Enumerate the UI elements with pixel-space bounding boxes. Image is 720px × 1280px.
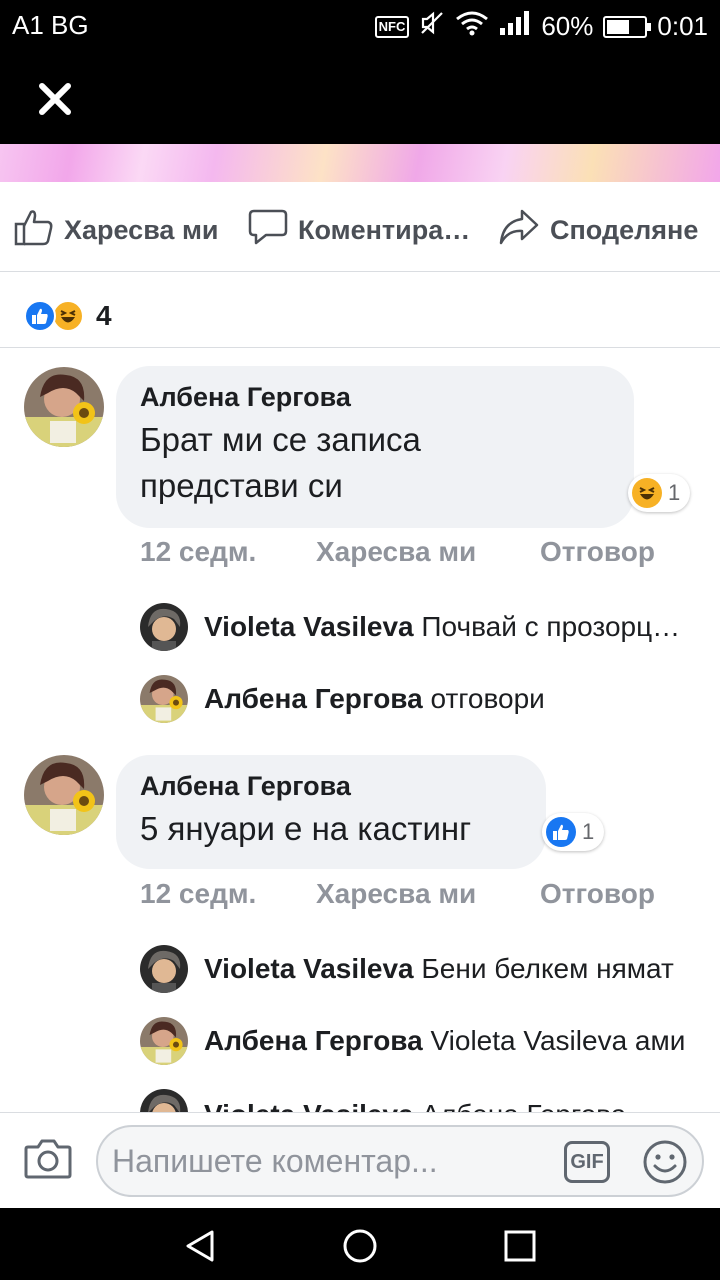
back-icon[interactable] [180, 1226, 220, 1271]
reply-author: Албена Гергова [204, 683, 423, 714]
battery-icon [603, 15, 652, 38]
emoji-icon[interactable] [642, 1139, 688, 1190]
nfc-icon: NFC [374, 15, 410, 38]
post-action-bar: Харесва ми Коментира… Споделяне [0, 182, 720, 272]
avatar [140, 603, 188, 651]
comment-timestamp: 12 седм. [140, 878, 257, 909]
comment-input[interactable] [112, 1143, 512, 1180]
avatar [140, 1017, 188, 1065]
comment-reaction-badge[interactable]: 1 [628, 474, 691, 512]
mute-icon [419, 10, 445, 43]
reply-author: Violeta Vasileva [204, 1099, 414, 1112]
like-button[interactable]: Харесва ми [14, 208, 219, 253]
home-icon[interactable] [340, 1226, 380, 1271]
comment-timestamp: 12 седм. [140, 536, 257, 567]
share-button-label: Споделяне [550, 215, 699, 245]
comment-text-line: Брат ми се записа [140, 421, 421, 458]
reaction-summary[interactable]: 4 [0, 272, 720, 348]
haha-reaction-icon [52, 300, 84, 332]
close-icon[interactable] [30, 74, 80, 124]
comment-reply-link[interactable]: Отговор [540, 536, 655, 568]
share-button[interactable]: Споделяне [498, 208, 698, 253]
reply-snippet: Violeta Vasileva ами [430, 1025, 686, 1056]
reply-text: Violeta Vasileva Бени белкем нямат [204, 953, 674, 985]
signal-icon [499, 10, 531, 43]
reply-text: Violeta Vasileva Албена Гергова [204, 1099, 626, 1112]
reply-author: Албена Гергова [204, 1025, 423, 1056]
avatar[interactable] [24, 755, 104, 835]
reply-text: Албена Гергова отговори [204, 683, 545, 715]
reply-author: Violeta Vasileva [204, 953, 414, 984]
camera-icon[interactable] [24, 1137, 72, 1186]
like-button-label: Харесва ми [64, 215, 219, 245]
reply-text: Албена Гергова Violeta Vasileva ами [204, 1025, 685, 1057]
reply-item[interactable]: Violeta Vasileva Почвай с прозорците [140, 603, 700, 651]
comment-composer: GIF [0, 1112, 720, 1208]
comment-reaction-badge[interactable]: 1 [542, 813, 605, 851]
reply-snippet: отговори [430, 683, 545, 714]
reply-snippet: Почвай с прозорците [421, 611, 692, 642]
reply-text: Violeta Vasileva Почвай с прозорците [204, 611, 692, 643]
comment-like-link[interactable]: Харесва ми [316, 878, 476, 910]
comment-author[interactable]: Албена Гергова [140, 382, 610, 413]
comment-field[interactable]: GIF [96, 1125, 704, 1197]
wifi-icon [455, 10, 489, 43]
avatar [140, 675, 188, 723]
clock: 0:01 [657, 11, 708, 41]
navigation-bar [0, 1208, 720, 1280]
reply-author: Violeta Vasileva [204, 611, 414, 642]
comment-text-line: представи си [140, 467, 343, 504]
like-reaction-icon [546, 817, 576, 847]
avatar [140, 945, 188, 993]
comment-icon [248, 208, 288, 253]
share-icon [498, 208, 540, 253]
carrier-name: A1 BG [12, 10, 89, 40]
reply-snippet: Бени белкем нямат [421, 953, 674, 984]
battery-level [607, 19, 630, 34]
like-reaction-icon [24, 300, 56, 332]
reply-item[interactable]: Албена Гергова Violeta Vasileva ами [140, 1017, 700, 1065]
status-bar: A1 BG NFC 60% 0:01 [0, 0, 720, 52]
comment-text-line: 5 януари е на кастинг [140, 810, 472, 847]
post-image-strip [0, 144, 720, 182]
reply-snippet: Албена Гергова [421, 1099, 626, 1112]
recents-icon[interactable] [500, 1226, 540, 1271]
comment-reply-link[interactable]: Отговор [540, 878, 655, 910]
reply-item[interactable]: Violeta Vasileva Албена Гергова [140, 1089, 700, 1112]
reply-item[interactable]: Violeta Vasileva Бени белкем нямат [140, 945, 700, 993]
comment-bubble[interactable]: Албена Гергова 5 януари е на кастинг [116, 755, 546, 869]
gif-button[interactable]: GIF [564, 1141, 610, 1183]
reaction-count: 4 [96, 300, 112, 331]
reply-item[interactable]: Албена Гергова отговори [140, 675, 700, 723]
avatar [140, 1089, 188, 1112]
avatar[interactable] [24, 367, 104, 447]
comment-like-link[interactable]: Харесва ми [316, 536, 476, 568]
comment-button[interactable]: Коментира… [248, 208, 470, 253]
reaction-badge-count: 1 [582, 819, 595, 844]
top-bar [0, 52, 720, 144]
thumbs-up-icon [14, 208, 54, 253]
reaction-badge-count: 1 [668, 480, 681, 505]
battery-percent: 60% [541, 11, 594, 41]
comment-bubble[interactable]: Албена Гергова Брат ми се записа предста… [116, 366, 634, 528]
haha-reaction-icon [632, 478, 662, 508]
comment-button-label: Коментира… [298, 215, 471, 245]
comment-author[interactable]: Албена Гергова [140, 771, 522, 802]
